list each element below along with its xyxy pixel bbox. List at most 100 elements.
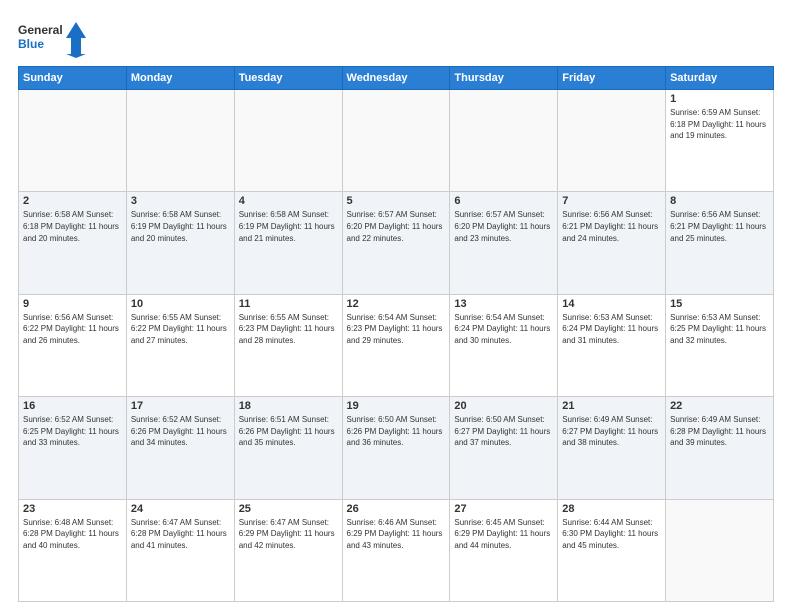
day-number: 1 — [670, 93, 769, 105]
calendar-cell — [126, 90, 234, 192]
day-number: 22 — [670, 400, 769, 412]
day-number: 4 — [239, 195, 338, 207]
day-number: 24 — [131, 503, 230, 515]
calendar-cell: 24 Sunrise: 6:47 AM Sunset: 6:28 PM Dayli… — [126, 499, 234, 601]
day-info: Sunrise: 6:56 AM Sunset: 6:22 PM Dayligh… — [23, 312, 122, 347]
day-info: Sunrise: 6:56 AM Sunset: 6:21 PM Dayligh… — [562, 209, 661, 244]
day-number: 17 — [131, 400, 230, 412]
calendar-cell: 8 Sunrise: 6:56 AM Sunset: 6:21 PM Daylig… — [666, 192, 774, 294]
weekday-header: Tuesday — [234, 67, 342, 90]
calendar-cell: 13 Sunrise: 6:54 AM Sunset: 6:24 PM Dayli… — [450, 294, 558, 396]
day-info: Sunrise: 6:52 AM Sunset: 6:26 PM Dayligh… — [131, 414, 230, 449]
calendar-cell: 23 Sunrise: 6:48 AM Sunset: 6:28 PM Dayli… — [19, 499, 127, 601]
day-number: 6 — [454, 195, 553, 207]
calendar-cell — [234, 90, 342, 192]
day-number: 2 — [23, 195, 122, 207]
day-info: Sunrise: 6:57 AM Sunset: 6:20 PM Dayligh… — [347, 209, 446, 244]
day-info: Sunrise: 6:58 AM Sunset: 6:19 PM Dayligh… — [131, 209, 230, 244]
day-number: 23 — [23, 503, 122, 515]
calendar-cell: 17 Sunrise: 6:52 AM Sunset: 6:26 PM Dayli… — [126, 397, 234, 499]
calendar-cell — [666, 499, 774, 601]
weekday-row: SundayMondayTuesdayWednesdayThursdayFrid… — [19, 67, 774, 90]
calendar-cell: 2 Sunrise: 6:58 AM Sunset: 6:18 PM Daylig… — [19, 192, 127, 294]
day-info: Sunrise: 6:53 AM Sunset: 6:25 PM Dayligh… — [670, 312, 769, 347]
day-info: Sunrise: 6:44 AM Sunset: 6:30 PM Dayligh… — [562, 517, 661, 552]
day-info: Sunrise: 6:50 AM Sunset: 6:26 PM Dayligh… — [347, 414, 446, 449]
weekday-header: Thursday — [450, 67, 558, 90]
calendar-week-row: 9 Sunrise: 6:56 AM Sunset: 6:22 PM Daylig… — [19, 294, 774, 396]
day-number: 28 — [562, 503, 661, 515]
calendar-week-row: 2 Sunrise: 6:58 AM Sunset: 6:18 PM Daylig… — [19, 192, 774, 294]
calendar-cell: 5Sunrise: 6:57 AM Sunset: 6:20 PM Daylig… — [342, 192, 450, 294]
day-info: Sunrise: 6:47 AM Sunset: 6:29 PM Dayligh… — [239, 517, 338, 552]
calendar-cell — [558, 90, 666, 192]
day-number: 20 — [454, 400, 553, 412]
calendar-cell: 27Sunrise: 6:45 AM Sunset: 6:29 PM Dayli… — [450, 499, 558, 601]
calendar-cell: 4 Sunrise: 6:58 AM Sunset: 6:19 PM Daylig… — [234, 192, 342, 294]
calendar-cell — [19, 90, 127, 192]
calendar-cell: 21Sunrise: 6:49 AM Sunset: 6:27 PM Dayli… — [558, 397, 666, 499]
calendar-cell: 10 Sunrise: 6:55 AM Sunset: 6:22 PM Dayli… — [126, 294, 234, 396]
calendar-week-row: 16Sunrise: 6:52 AM Sunset: 6:25 PM Dayli… — [19, 397, 774, 499]
day-number: 9 — [23, 298, 122, 310]
header: General Blue — [18, 18, 774, 58]
day-number: 18 — [239, 400, 338, 412]
day-info: Sunrise: 6:57 AM Sunset: 6:20 PM Dayligh… — [454, 209, 553, 244]
day-info: Sunrise: 6:55 AM Sunset: 6:23 PM Dayligh… — [239, 312, 338, 347]
svg-text:Blue: Blue — [18, 37, 44, 51]
day-info: Sunrise: 6:49 AM Sunset: 6:28 PM Dayligh… — [670, 414, 769, 449]
calendar-header: SundayMondayTuesdayWednesdayThursdayFrid… — [19, 67, 774, 90]
calendar-cell: 6 Sunrise: 6:57 AM Sunset: 6:20 PM Daylig… — [450, 192, 558, 294]
calendar-cell: 25 Sunrise: 6:47 AM Sunset: 6:29 PM Dayli… — [234, 499, 342, 601]
weekday-header: Saturday — [666, 67, 774, 90]
calendar-table: SundayMondayTuesdayWednesdayThursdayFrid… — [18, 66, 774, 602]
calendar-cell — [342, 90, 450, 192]
calendar-cell: 22 Sunrise: 6:49 AM Sunset: 6:28 PM Dayli… — [666, 397, 774, 499]
calendar-cell: 26Sunrise: 6:46 AM Sunset: 6:29 PM Dayli… — [342, 499, 450, 601]
calendar-cell: 3Sunrise: 6:58 AM Sunset: 6:19 PM Daylig… — [126, 192, 234, 294]
day-info: Sunrise: 6:54 AM Sunset: 6:24 PM Dayligh… — [454, 312, 553, 347]
calendar-cell: 1 Sunrise: 6:59 AM Sunset: 6:18 PM Daylig… — [666, 90, 774, 192]
calendar-cell: 15 Sunrise: 6:53 AM Sunset: 6:25 PM Dayli… — [666, 294, 774, 396]
day-number: 15 — [670, 298, 769, 310]
day-number: 10 — [131, 298, 230, 310]
day-info: Sunrise: 6:54 AM Sunset: 6:23 PM Dayligh… — [347, 312, 446, 347]
calendar-week-row: 1 Sunrise: 6:59 AM Sunset: 6:18 PM Daylig… — [19, 90, 774, 192]
calendar-cell: 16Sunrise: 6:52 AM Sunset: 6:25 PM Dayli… — [19, 397, 127, 499]
day-info: Sunrise: 6:58 AM Sunset: 6:18 PM Dayligh… — [23, 209, 122, 244]
day-info: Sunrise: 6:50 AM Sunset: 6:27 PM Dayligh… — [454, 414, 553, 449]
calendar-cell: 18 Sunrise: 6:51 AM Sunset: 6:26 PM Dayli… — [234, 397, 342, 499]
day-number: 8 — [670, 195, 769, 207]
weekday-header: Monday — [126, 67, 234, 90]
logo-svg: General Blue — [18, 18, 88, 58]
day-info: Sunrise: 6:47 AM Sunset: 6:28 PM Dayligh… — [131, 517, 230, 552]
weekday-header: Wednesday — [342, 67, 450, 90]
day-info: Sunrise: 6:48 AM Sunset: 6:28 PM Dayligh… — [23, 517, 122, 552]
logo: General Blue — [18, 18, 88, 58]
day-info: Sunrise: 6:58 AM Sunset: 6:19 PM Dayligh… — [239, 209, 338, 244]
day-info: Sunrise: 6:55 AM Sunset: 6:22 PM Dayligh… — [131, 312, 230, 347]
calendar-cell: 20 Sunrise: 6:50 AM Sunset: 6:27 PM Dayli… — [450, 397, 558, 499]
day-number: 25 — [239, 503, 338, 515]
calendar-cell: 12 Sunrise: 6:54 AM Sunset: 6:23 PM Dayli… — [342, 294, 450, 396]
calendar-cell — [450, 90, 558, 192]
day-info: Sunrise: 6:46 AM Sunset: 6:29 PM Dayligh… — [347, 517, 446, 552]
day-number: 14 — [562, 298, 661, 310]
calendar-body: 1 Sunrise: 6:59 AM Sunset: 6:18 PM Daylig… — [19, 90, 774, 602]
day-info: Sunrise: 6:49 AM Sunset: 6:27 PM Dayligh… — [562, 414, 661, 449]
day-number: 12 — [347, 298, 446, 310]
day-number: 19 — [347, 400, 446, 412]
weekday-header: Sunday — [19, 67, 127, 90]
weekday-header: Friday — [558, 67, 666, 90]
calendar-cell: 7Sunrise: 6:56 AM Sunset: 6:21 PM Daylig… — [558, 192, 666, 294]
calendar-week-row: 23 Sunrise: 6:48 AM Sunset: 6:28 PM Dayli… — [19, 499, 774, 601]
day-number: 13 — [454, 298, 553, 310]
svg-text:General: General — [18, 23, 63, 37]
day-info: Sunrise: 6:59 AM Sunset: 6:18 PM Dayligh… — [670, 107, 769, 142]
calendar-cell: 19 Sunrise: 6:50 AM Sunset: 6:26 PM Dayli… — [342, 397, 450, 499]
day-number: 11 — [239, 298, 338, 310]
calendar-cell: 9 Sunrise: 6:56 AM Sunset: 6:22 PM Daylig… — [19, 294, 127, 396]
calendar-cell: 28 Sunrise: 6:44 AM Sunset: 6:30 PM Dayli… — [558, 499, 666, 601]
day-info: Sunrise: 6:56 AM Sunset: 6:21 PM Dayligh… — [670, 209, 769, 244]
day-info: Sunrise: 6:51 AM Sunset: 6:26 PM Dayligh… — [239, 414, 338, 449]
